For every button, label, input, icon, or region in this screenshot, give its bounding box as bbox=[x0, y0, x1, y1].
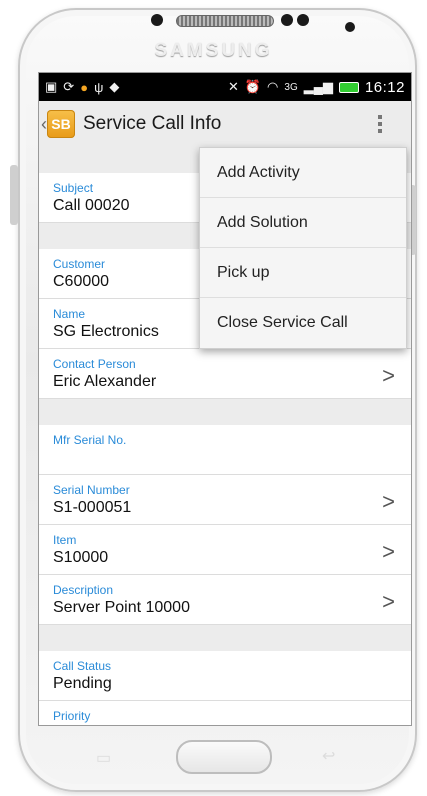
notification-led bbox=[345, 22, 355, 32]
back-key-icon[interactable]: ↩ bbox=[322, 746, 335, 766]
overflow-menu-icon[interactable] bbox=[376, 113, 384, 137]
field-label: Call Status bbox=[53, 659, 112, 673]
app-icon[interactable]: SB bbox=[47, 110, 75, 138]
game-icon: ◆ bbox=[109, 79, 120, 94]
field-call-status[interactable]: Call Status Pending bbox=[39, 651, 411, 701]
brand-logo: SAMSUNG bbox=[154, 40, 273, 61]
field-item[interactable]: Item S10000 > bbox=[39, 525, 411, 575]
notification-icon: ● bbox=[80, 79, 89, 95]
battery-icon bbox=[338, 81, 359, 93]
field-mfr-serial[interactable]: Mfr Serial No. bbox=[39, 425, 411, 475]
field-value: Pending bbox=[53, 675, 112, 692]
field-priority[interactable]: Priority bbox=[39, 701, 411, 725]
alarm-icon: ⏰ bbox=[244, 79, 262, 94]
mute-icon: ✕ bbox=[227, 79, 239, 94]
field-description[interactable]: Description Server Point 10000 > bbox=[39, 575, 411, 625]
field-label: Serial Number bbox=[53, 483, 130, 497]
wifi-icon: ◠ bbox=[267, 79, 279, 94]
signal-icon: ▂▄▆ bbox=[303, 79, 333, 94]
menu-item-add-solution[interactable]: Add Solution bbox=[200, 198, 406, 248]
volume-button bbox=[10, 165, 18, 225]
sync-icon: ⟳ bbox=[63, 79, 75, 94]
front-sensor bbox=[151, 14, 163, 26]
chevron-right-icon: > bbox=[382, 489, 395, 514]
usb-icon: ψ bbox=[94, 79, 104, 95]
clock: 16:12 bbox=[364, 78, 405, 96]
3g-icon: 3G bbox=[284, 81, 298, 93]
earpiece-speaker bbox=[176, 15, 274, 27]
chevron-right-icon: > bbox=[382, 539, 395, 564]
field-serial-number[interactable]: Serial Number S1-000051 > bbox=[39, 475, 411, 525]
field-value: Eric Alexander bbox=[53, 373, 157, 390]
page-title: Service Call Info bbox=[83, 113, 222, 134]
field-label: Item bbox=[53, 533, 77, 547]
field-label: Description bbox=[53, 583, 114, 597]
home-button[interactable] bbox=[176, 740, 272, 774]
field-value: S10000 bbox=[53, 549, 109, 566]
overflow-menu: Add Activity Add Solution Pick up Close … bbox=[199, 147, 407, 349]
screen: ▣ ⟳ ● ψ ◆ ✕ ⏰ ◠ 3G ▂▄▆ 16:12 ‹ SB Servic… bbox=[38, 72, 412, 726]
section-divider bbox=[39, 399, 411, 425]
field-value: Server Point 10000 bbox=[53, 599, 190, 616]
section-divider bbox=[39, 625, 411, 651]
chevron-right-icon: > bbox=[382, 589, 395, 614]
chevron-right-icon: > bbox=[382, 363, 395, 388]
field-value: S1-000051 bbox=[53, 499, 132, 516]
field-label: Mfr Serial No. bbox=[53, 433, 127, 447]
status-bar: ▣ ⟳ ● ψ ◆ ✕ ⏰ ◠ 3G ▂▄▆ 16:12 bbox=[39, 73, 411, 101]
menu-item-close-service-call[interactable]: Close Service Call bbox=[200, 298, 406, 348]
proximity-sensor bbox=[297, 14, 309, 26]
menu-item-add-activity[interactable]: Add Activity bbox=[200, 148, 406, 198]
gallery-icon: ▣ bbox=[45, 79, 58, 94]
menu-key-icon[interactable]: ▭ bbox=[96, 748, 111, 768]
field-label: Priority bbox=[53, 709, 91, 723]
front-camera bbox=[281, 14, 293, 26]
field-label: Contact Person bbox=[53, 357, 136, 371]
menu-item-pick-up[interactable]: Pick up bbox=[200, 248, 406, 298]
field-contact-person[interactable]: Contact Person Eric Alexander > bbox=[39, 349, 411, 399]
action-bar: ‹ SB Service Call Info bbox=[39, 101, 411, 148]
